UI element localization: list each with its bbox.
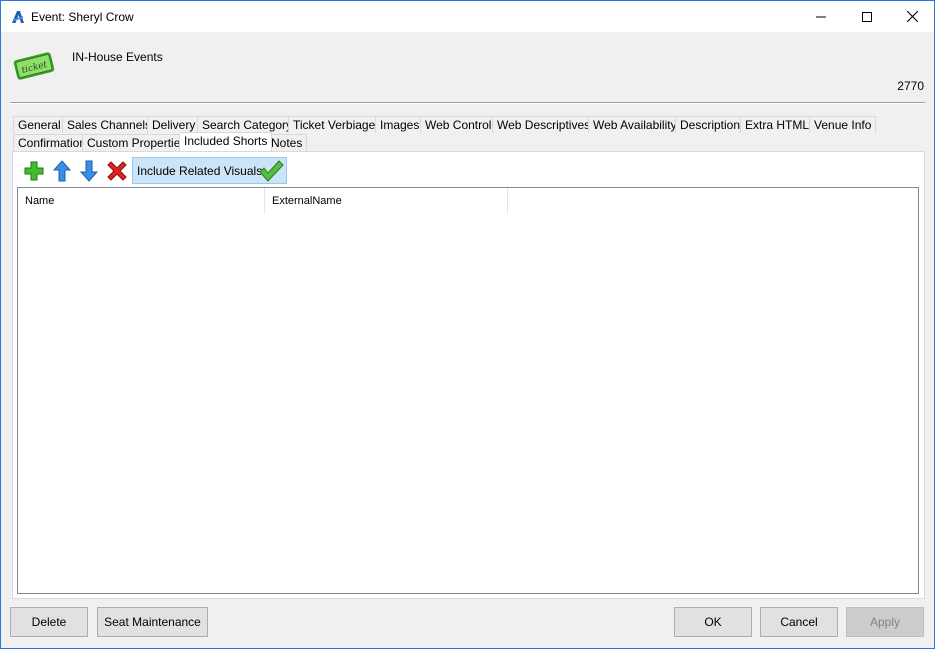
tab-web-availability[interactable]: Web Availability: [588, 116, 682, 133]
app-logo-icon: [12, 11, 24, 23]
plus-icon: [24, 161, 44, 181]
delete-button[interactable]: Delete: [10, 607, 88, 637]
move-up-button[interactable]: [50, 159, 74, 183]
apply-button[interactable]: Apply: [846, 607, 924, 637]
event-category: IN-House Events: [72, 50, 163, 64]
event-dialog: Event: Sheryl Crow ticket IN-House Event…: [0, 0, 935, 649]
column-header-external-name[interactable]: ExternalName: [265, 188, 508, 214]
tab-included-shorts[interactable]: Included Shorts: [179, 132, 273, 151]
tab-venue-info[interactable]: Venue Info: [809, 116, 877, 133]
arrow-up-icon: [53, 160, 71, 182]
maximize-icon: [862, 11, 872, 22]
column-header-name[interactable]: Name: [18, 188, 265, 214]
ok-button[interactable]: OK: [674, 607, 752, 637]
tab-images[interactable]: Images: [375, 116, 425, 133]
shorts-grid[interactable]: Name ExternalName: [17, 187, 919, 594]
seat-maintenance-button[interactable]: Seat Maintenance: [97, 607, 208, 637]
delete-row-button[interactable]: [105, 159, 129, 183]
tab-web-control[interactable]: Web Control: [420, 116, 497, 133]
cancel-button[interactable]: Cancel: [760, 607, 838, 637]
ticket-icon: ticket: [13, 52, 55, 80]
title-bar[interactable]: Event: Sheryl Crow: [1, 1, 934, 32]
move-down-button[interactable]: [77, 159, 101, 183]
window-title: Event: Sheryl Crow: [31, 10, 134, 24]
event-id: 2770: [897, 79, 924, 93]
tab-custom-properties[interactable]: Custom Properties: [82, 134, 192, 151]
tab-search-category[interactable]: Search Category: [197, 116, 298, 133]
event-header: ticket IN-House Events 2770: [1, 32, 934, 102]
tab-description[interactable]: Description: [675, 116, 746, 133]
arrow-down-icon: [80, 160, 98, 182]
checkmark-icon: [259, 160, 284, 182]
minimize-icon: [816, 16, 826, 17]
header-divider: [10, 102, 925, 104]
tab-delivery[interactable]: Delivery: [147, 116, 201, 133]
tab-web-descriptives[interactable]: Web Descriptives: [492, 116, 596, 133]
grid-header: Name ExternalName: [18, 188, 918, 214]
delete-x-icon: [107, 161, 127, 181]
minimize-button[interactable]: [798, 1, 844, 32]
tab-ticket-verbiage[interactable]: Ticket Verbiage: [288, 116, 381, 133]
add-button[interactable]: [22, 159, 46, 183]
tab-confirmation[interactable]: Confirmation: [13, 134, 92, 151]
include-related-visuals-label: Include Related Visuals: [137, 163, 263, 178]
tab-sales-channels[interactable]: Sales Channels: [62, 116, 157, 133]
include-related-visuals-toggle[interactable]: Include Related Visuals: [132, 157, 287, 184]
toolbar: Include Related Visuals: [18, 155, 618, 185]
tab-extra-html[interactable]: Extra HTML: [740, 116, 815, 133]
close-icon: [906, 11, 918, 22]
close-button[interactable]: [889, 1, 935, 32]
maximize-button[interactable]: [844, 1, 890, 32]
tab-general[interactable]: General: [13, 116, 66, 133]
